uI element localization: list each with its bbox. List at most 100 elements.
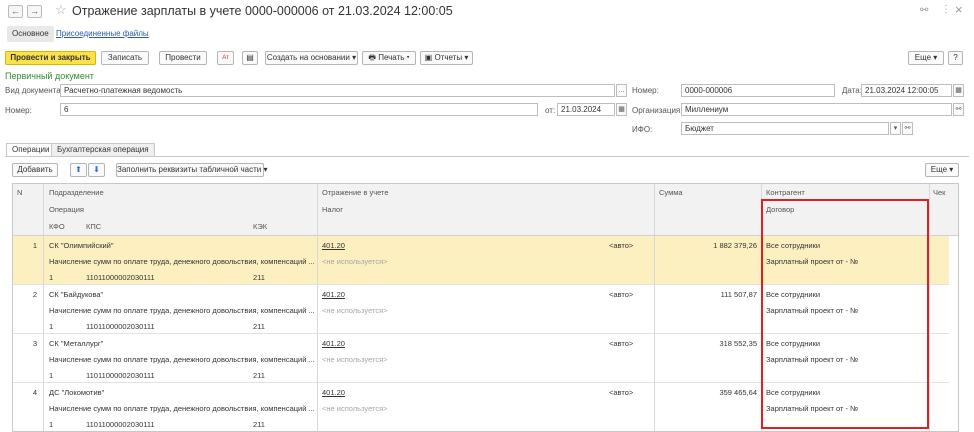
reports-button[interactable]: ▣ Отчеты ▾ [420,51,473,65]
from-label: от: [545,106,556,115]
col-divider [43,184,44,236]
header-reflection[interactable]: Отражение в учете [322,188,389,197]
calendar-icon[interactable]: ▦ [616,103,627,116]
col-divider [654,184,655,236]
tab-attached-files[interactable]: Присоединенные файлы [56,29,149,38]
ifo-link-icon[interactable]: ⚯ [902,122,913,135]
org-input[interactable]: Миллениум [681,103,952,116]
post-button[interactable]: Провести [159,51,207,65]
cell-kps: 11011000002030111 [86,322,155,331]
cell-auto: <авто> [609,290,634,299]
print-label: Печать ▾ [378,53,410,62]
arrow-up-icon: ⬆ [75,165,82,174]
cell-auto: <авто> [609,388,634,397]
move-up-button[interactable]: ⬆ [70,163,87,177]
create-based-on-button[interactable]: Создать на основании ▾ [265,51,358,65]
cell-account[interactable]: 401.20 [322,290,345,299]
window-title: Отражение зарплаты в учете 0000-000006 о… [72,4,453,18]
tab-operations[interactable]: Операции [6,143,56,157]
back-button[interactable]: ← [8,5,23,18]
report-icon-button[interactable]: ▤ [242,51,258,65]
org-link-icon[interactable]: ⚯ [953,103,964,116]
cell-account[interactable]: 401.20 [322,339,345,348]
col-divider [43,285,44,334]
header-kfo[interactable]: КФО [49,222,65,231]
date-input[interactable]: 21.03.2024 12:00:05 [861,84,952,97]
doc-type-input[interactable]: Расчетно-платежная ведомость [60,84,615,97]
cell-auto: <авто> [609,339,634,348]
cell-kfo: 1 [49,371,54,380]
col-divider [317,184,318,236]
more-actions-button[interactable]: Еще ▾ [908,51,944,65]
favorite-star-icon[interactable]: ☆ [55,2,67,18]
cell-kfo: 1 [49,322,54,331]
printer-icon: 🖶 [368,53,379,62]
col-divider [43,383,44,431]
col-divider [317,236,318,285]
header-sum[interactable]: Сумма [659,188,683,197]
tab-main[interactable]: Основное [7,26,54,42]
header-n[interactable]: N [17,188,22,197]
cell-operation: Начисление сумм по оплате труда, денежно… [49,404,315,413]
number-input-left[interactable]: 6 [60,103,538,116]
doc-type-label: Вид документа: [5,86,63,95]
cell-kps: 11011000002030111 [86,371,155,380]
ifo-label: ИФО: [632,125,653,134]
col-divider [654,383,655,431]
cell-division: СК "Байдукова" [49,290,104,299]
select-ellipsis-button[interactable]: … [616,84,627,97]
tab-accounting-operation[interactable]: Бухгалтерская операция [51,143,155,156]
post-and-close-button[interactable]: Провести и закрыть [5,51,96,65]
section-title: Первичный документ [5,71,94,81]
header-counterparty[interactable]: Контрагент [766,188,805,197]
date-calendar-icon[interactable]: ▦ [953,84,964,97]
ifo-dropdown-icon[interactable]: ▾ [890,122,901,135]
dt-kt-button[interactable]: Ат [217,51,234,65]
header-kek[interactable]: КЭК [253,222,267,231]
table-more-button[interactable]: Еще ▾ [925,163,959,177]
cell-division: СК "Металлург" [49,339,104,348]
row-number: 2 [32,290,37,299]
move-down-button[interactable]: ⬇ [88,163,105,177]
close-icon[interactable]: × [955,2,963,17]
help-button[interactable]: ? [948,51,963,65]
org-label: Организация: [632,106,683,115]
add-button[interactable]: Добавить [12,163,58,177]
forward-button[interactable]: → [27,5,42,18]
cell-account[interactable]: 401.20 [322,388,345,397]
fill-details-button[interactable]: Заполнить реквизиты табличной части ▾ [116,163,267,177]
header-division[interactable]: Подразделение [49,188,104,197]
cell-tax: <не используется> [322,404,388,413]
report-icon: ▣ [424,53,435,62]
cell-division: ДС "Локомотив" [49,388,105,397]
save-button[interactable]: Записать [101,51,149,65]
col-divider [929,184,930,236]
header-check[interactable]: Чек [933,188,945,197]
print-button[interactable]: 🖶 Печать ▾ [362,51,416,65]
col-divider [317,334,318,383]
cell-sum: 1 882 379,26 [713,241,757,250]
col-divider [929,285,930,334]
col-divider [654,236,655,285]
cell-kek: 211 [253,371,265,380]
col-divider [654,334,655,383]
title-bar: ← → ☆ Отражение зарплаты в учете 0000-00… [0,0,974,24]
from-date-input[interactable]: 21.03.2024 [557,103,615,116]
cell-sum: 359 465,64 [719,388,757,397]
header-tax[interactable]: Налог [322,205,343,214]
col-divider [929,334,930,383]
header-operation[interactable]: Операция [49,205,84,214]
link-icon[interactable]: ⚯ [920,5,928,16]
cell-operation: Начисление сумм по оплате труда, денежно… [49,306,315,315]
cell-account[interactable]: 401.20 [322,241,345,250]
col-divider [43,236,44,285]
ifo-input[interactable]: Бюджет [681,122,889,135]
col-divider [43,334,44,383]
tabs-divider [5,156,969,157]
number-input-right[interactable]: 0000-000006 [681,84,835,97]
cell-kek: 211 [253,420,265,429]
more-icon[interactable]: ⋮ [941,4,951,15]
cell-operation: Начисление сумм по оплате труда, денежно… [49,257,315,266]
highlight-box [761,199,929,429]
header-kps[interactable]: КПС [86,222,101,231]
